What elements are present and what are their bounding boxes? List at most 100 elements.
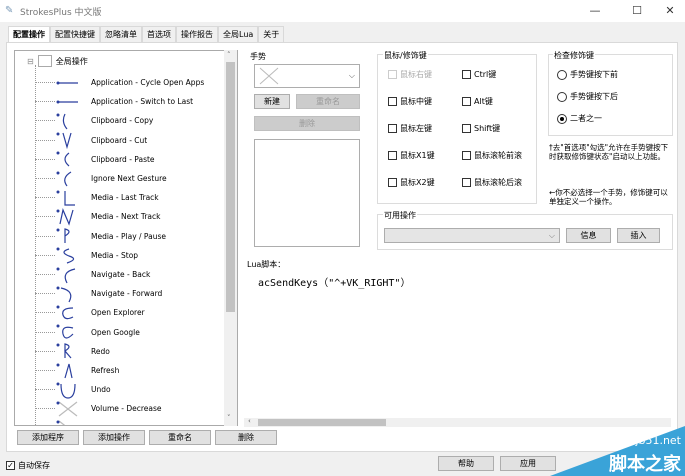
tree-item[interactable]: Clipboard - Copy bbox=[35, 111, 153, 130]
tree-item[interactable]: Media - Next Track bbox=[35, 207, 160, 226]
tree-item[interactable]: Navigate - Back bbox=[35, 265, 150, 284]
note-preferences: †去"首选项"勾选"允许在手势键按下时获取修饰键状态"启动以上功能。 bbox=[549, 143, 669, 161]
rename-gesture-button[interactable]: 重命名 bbox=[296, 94, 360, 109]
tree-item[interactable]: Undo bbox=[35, 380, 111, 399]
tree-connector bbox=[35, 350, 55, 352]
gesture-shape-icon bbox=[55, 246, 81, 264]
rename-button[interactable]: 重命名 bbox=[149, 430, 211, 445]
modifier-checkbox[interactable]: 鼠标滚轮后滚 bbox=[462, 177, 522, 188]
minimize-button[interactable]: — bbox=[580, 2, 610, 20]
close-button[interactable]: ✕ bbox=[655, 2, 685, 20]
editor-hscroll-thumb[interactable] bbox=[258, 419, 386, 426]
modifier-label: Shift键 bbox=[474, 124, 501, 133]
add-action-button[interactable]: 添加操作 bbox=[83, 430, 145, 445]
tree-item[interactable]: Ignore Next Gesture bbox=[35, 169, 167, 188]
tree-item-label: Open Explorer bbox=[91, 308, 145, 318]
tree-scroll-thumb[interactable] bbox=[226, 62, 235, 312]
modifier-checkbox[interactable]: Shift键 bbox=[462, 123, 500, 134]
tree-connector bbox=[35, 178, 55, 179]
checkbox-box bbox=[388, 97, 397, 106]
scroll-down-icon[interactable]: ˅ bbox=[227, 414, 231, 422]
available-actions-select[interactable]: ⌵ bbox=[384, 228, 560, 243]
app-icon: ✎ bbox=[5, 5, 14, 16]
check-option-radio[interactable]: 手势键按下前 bbox=[557, 69, 618, 80]
tree-item[interactable]: Clipboard - Cut bbox=[35, 131, 147, 150]
tree-item[interactable]: Refresh bbox=[35, 361, 119, 380]
modifier-checkbox[interactable]: 鼠标左键 bbox=[388, 123, 432, 134]
new-gesture-button[interactable]: 新建 bbox=[254, 94, 290, 109]
checkbox-box bbox=[462, 97, 471, 106]
tree-item[interactable]: Application - Cycle Open Apps bbox=[35, 73, 204, 92]
tree-item-label: Redo bbox=[91, 346, 110, 356]
lua-script-editor[interactable]: acSendKeys（"^+VK_RIGHT"） bbox=[256, 270, 671, 417]
tree-item[interactable]: Application - Switch to Last bbox=[35, 92, 193, 111]
scroll-left-icon[interactable]: ‹ bbox=[248, 417, 251, 425]
tree-item[interactable]: Media - Stop bbox=[35, 246, 138, 265]
delete-button[interactable]: 删除 bbox=[215, 430, 277, 445]
modifier-label: 鼠标左键 bbox=[400, 124, 432, 133]
collapse-icon[interactable]: ⊟ bbox=[27, 57, 34, 66]
modifier-label: Ctrl键 bbox=[474, 70, 497, 79]
scroll-up-icon[interactable]: ˄ bbox=[227, 51, 231, 59]
info-button[interactable]: 信息 bbox=[566, 228, 611, 243]
gesture-shape-icon bbox=[55, 131, 81, 150]
modifier-checkbox[interactable]: 鼠标X1键 bbox=[388, 150, 435, 161]
tab-3[interactable]: 首选项 bbox=[142, 26, 176, 42]
tree-item-label: Volume - Increase bbox=[91, 424, 158, 425]
autosave-checkbox[interactable]: ✓ 自动保存 bbox=[6, 460, 50, 471]
checkbox-box bbox=[388, 70, 397, 79]
gesture-shape-icon bbox=[55, 189, 81, 207]
tree-item[interactable]: Clipboard - Paste bbox=[35, 150, 155, 169]
modifier-checkbox[interactable]: Alt键 bbox=[462, 96, 493, 107]
gesture-shape-icon bbox=[55, 419, 81, 425]
gesture-shape-icon bbox=[55, 342, 81, 360]
check-option-radio[interactable]: 二者之一 bbox=[557, 113, 602, 124]
modifier-checkbox[interactable]: 鼠标中键 bbox=[388, 96, 432, 107]
tree-item-label: Clipboard - Paste bbox=[91, 154, 155, 164]
checkbox-box bbox=[462, 124, 471, 133]
gesture-label: 手势 bbox=[250, 52, 266, 61]
gesture-shape-icon bbox=[55, 112, 81, 130]
gesture-action-tree[interactable]: ⊟ 全局操作 Application - Cycle Open Apps Appli… bbox=[14, 50, 238, 426]
tree-connector bbox=[35, 120, 55, 122]
tree-item[interactable]: Media - Play / Pause bbox=[35, 227, 166, 246]
gesture-shape-icon bbox=[55, 381, 81, 399]
tree-item[interactable]: Open Explorer bbox=[35, 303, 145, 322]
tree-item[interactable]: Volume - Decrease bbox=[35, 399, 162, 418]
check-option-radio[interactable]: 手势键按下后 bbox=[557, 91, 618, 102]
gesture-select[interactable]: ⌵ bbox=[254, 64, 360, 88]
delete-gesture-button[interactable]: 删除 bbox=[254, 116, 360, 131]
gesture-shape-icon bbox=[55, 170, 81, 188]
modifier-checkbox[interactable]: 鼠标X2键 bbox=[388, 177, 435, 188]
lua-script-label: Lua脚本： bbox=[247, 260, 286, 269]
insert-button[interactable]: 插入 bbox=[617, 228, 660, 243]
radio-circle bbox=[557, 113, 567, 124]
help-button[interactable]: 帮助 bbox=[438, 456, 494, 471]
check-icon: ✓ bbox=[6, 461, 15, 470]
tree-item[interactable]: Redo bbox=[35, 342, 110, 361]
tree-item[interactable]: Volume - Increase bbox=[35, 419, 158, 425]
tab-0[interactable]: 配置操作 bbox=[8, 26, 50, 43]
watermark-name: 脚本之家 bbox=[609, 454, 681, 475]
tab-2[interactable]: 忽略清单 bbox=[100, 26, 142, 42]
tree-connector bbox=[35, 216, 55, 218]
modifier-label: Alt键 bbox=[474, 97, 493, 106]
modifier-checkbox[interactable]: Ctrl键 bbox=[462, 69, 496, 80]
tab-5[interactable]: 全局Lua bbox=[218, 26, 259, 42]
tab-4[interactable]: 操作报告 bbox=[176, 26, 218, 42]
checkbox-box bbox=[388, 151, 397, 160]
maximize-button[interactable]: ☐ bbox=[622, 2, 652, 20]
tree-item[interactable]: Open Google bbox=[35, 323, 140, 342]
tab-1[interactable]: 配置快捷键 bbox=[50, 26, 100, 42]
modifier-label: 鼠标滚轮后滚 bbox=[474, 178, 522, 187]
modifier-checkbox[interactable]: 鼠标滚轮前滚 bbox=[462, 150, 522, 161]
modifier-checkbox[interactable]: 鼠标右键 bbox=[388, 69, 432, 80]
tree-item[interactable]: Media - Last Track bbox=[35, 188, 159, 207]
tree-connector bbox=[35, 331, 55, 333]
tab-6[interactable]: 关于 bbox=[258, 26, 285, 42]
add-app-button[interactable]: 添加程序 bbox=[17, 430, 79, 445]
tree-item[interactable]: Navigate - Forward bbox=[35, 284, 162, 303]
tree-connector bbox=[35, 101, 55, 103]
tree-root[interactable]: ⊟ 全局操作 bbox=[27, 55, 88, 67]
apply-button[interactable]: 应用 bbox=[500, 456, 556, 471]
